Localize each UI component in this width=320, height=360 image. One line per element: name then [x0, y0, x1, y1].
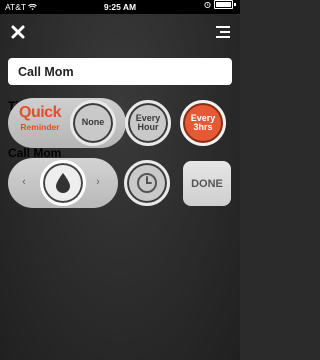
close-icon	[11, 25, 25, 39]
repeat-every-3hrs-label: Every 3hrs	[191, 113, 216, 133]
status-right	[204, 0, 236, 9]
clock-button[interactable]	[124, 160, 170, 206]
menu-button[interactable]	[214, 24, 232, 40]
previous-arrow-button[interactable]: ‹	[18, 175, 30, 189]
quick-reminder-label: Quick Reminder	[14, 105, 66, 132]
alarm-icon	[204, 1, 211, 8]
hamburger-icon	[216, 26, 230, 38]
done-button[interactable]: DONE	[183, 161, 231, 206]
repeat-none-button[interactable]: None	[70, 100, 116, 146]
every-hour-line2: Hour	[137, 122, 159, 132]
close-button[interactable]	[9, 23, 27, 41]
next-arrow-button[interactable]: ›	[92, 175, 104, 189]
quick-reminder-title: Quick	[19, 104, 61, 121]
repeat-every-hour-button[interactable]: Every Hour	[125, 100, 171, 146]
battery-tip	[234, 3, 236, 6]
every-3hrs-line2: 3hrs	[193, 122, 213, 132]
reminder-title-input[interactable]	[8, 58, 232, 85]
top-nav	[0, 14, 240, 50]
clock-icon	[137, 173, 157, 193]
quick-reminder-subtitle: Reminder	[20, 122, 60, 132]
repeat-every-3hrs-button[interactable]: Every 3hrs	[180, 100, 226, 146]
app-screen: AT&T 9:25 AM Call Mom Call Mom Quick Rem…	[0, 0, 240, 360]
repeat-every-hour-label: Every Hour	[136, 113, 161, 133]
repeat-none-label: None	[81, 117, 105, 128]
done-label: DONE	[191, 177, 223, 190]
battery-icon	[214, 0, 233, 9]
drop-button[interactable]	[40, 160, 86, 206]
water-drop-icon	[56, 173, 70, 193]
status-bar: AT&T 9:25 AM	[0, 0, 240, 14]
